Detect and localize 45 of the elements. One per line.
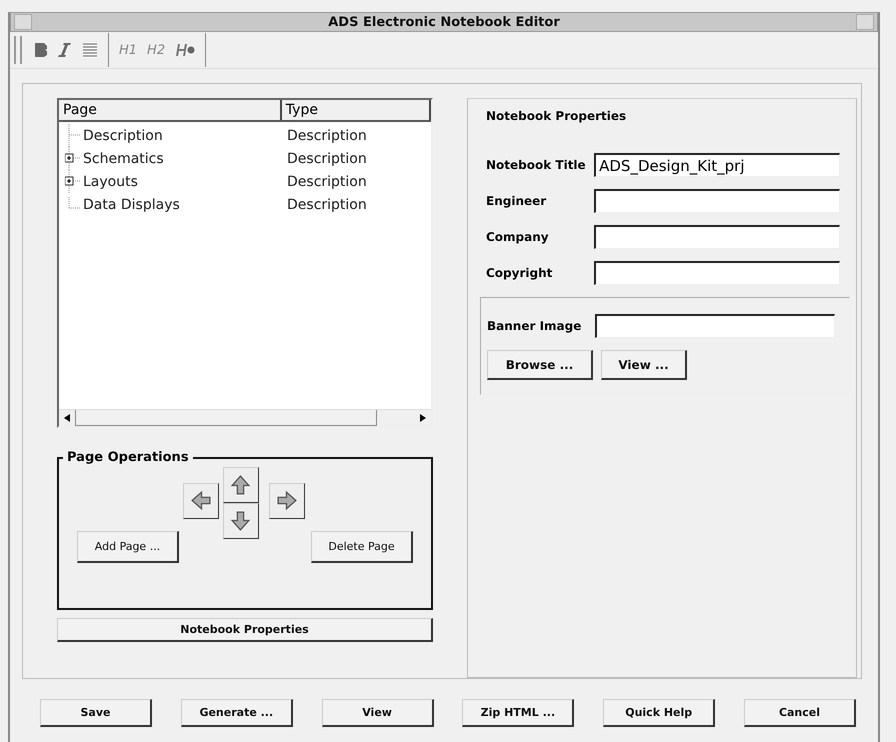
type-cell: Description	[287, 128, 367, 144]
text-field[interactable]	[595, 314, 835, 338]
panel-title: Notebook Properties	[486, 109, 628, 123]
field-label: Company	[486, 230, 550, 244]
tree-item[interactable]: Layouts	[83, 174, 138, 190]
field-label: Banner Image	[487, 319, 582, 333]
expand-icon[interactable]	[65, 147, 83, 170]
dialog-button[interactable]: Quick Help	[603, 699, 716, 727]
dialog-button[interactable]: Cancel	[744, 699, 856, 727]
dialog-button[interactable]: Browse ...	[487, 350, 593, 380]
type-cell: Description	[287, 150, 367, 166]
up-arrow-button[interactable]	[223, 467, 259, 503]
type-cell: Description	[287, 174, 367, 190]
window-title: ADS Electronic Notebook Editor	[327, 14, 561, 30]
field-label: Engineer	[486, 194, 548, 208]
dialog-button[interactable]: View ...	[601, 350, 687, 380]
expand-icon[interactable]	[65, 170, 83, 193]
right-arrow-icon	[276, 490, 298, 512]
toolbar-grip	[14, 36, 22, 64]
field-label: Notebook Title	[486, 158, 587, 172]
dialog-button[interactable]: Generate ...	[180, 699, 293, 727]
group-title: Page Operations	[66, 450, 190, 465]
tree-item[interactable]: Description	[83, 128, 163, 144]
column-header[interactable]: Type	[282, 100, 431, 120]
text-field[interactable]	[594, 261, 840, 285]
down-arrow-button[interactable]	[223, 503, 259, 539]
dialog-button[interactable]: View	[322, 699, 434, 727]
tree-item[interactable]: Data Displays	[83, 196, 180, 212]
left-arrow-icon	[190, 490, 212, 512]
down-arrow-icon	[230, 510, 252, 532]
right-arrow-button[interactable]	[269, 483, 305, 519]
dialog-button[interactable]: Zip HTML ...	[462, 699, 574, 727]
tree-item[interactable]: Schematics	[83, 150, 164, 166]
notebook-properties-button[interactable]: Notebook Properties	[57, 618, 433, 642]
delete-page-button[interactable]: Delete Page	[311, 531, 413, 563]
text-field[interactable]	[594, 225, 840, 249]
column-header[interactable]: Page	[59, 100, 282, 120]
text-field[interactable]	[594, 189, 840, 213]
type-cell: Description	[287, 196, 367, 212]
up-arrow-icon	[230, 474, 252, 496]
left-arrow-button[interactable]	[183, 483, 219, 519]
add-page-button[interactable]: Add Page ...	[77, 531, 179, 563]
text-field[interactable]: ADS_Design_Kit_prj	[594, 153, 840, 177]
dialog-button[interactable]: Save	[40, 699, 152, 727]
field-label: Copyright	[486, 266, 554, 280]
